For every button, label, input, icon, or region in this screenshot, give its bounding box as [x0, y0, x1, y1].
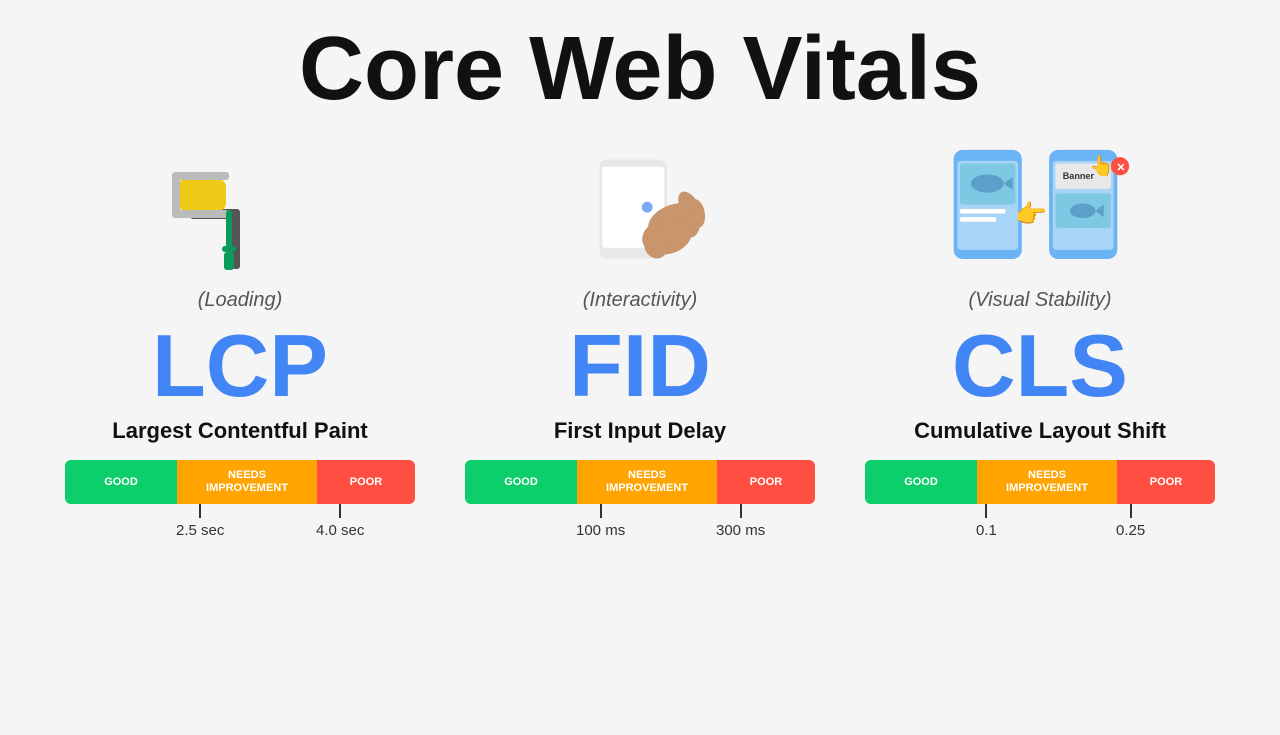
svg-text:👉: 👉 [1015, 200, 1047, 229]
lcp-threshold-2: 4.0 sec [316, 522, 364, 539]
cls-marker-line-2 [1130, 504, 1132, 518]
fid-icon [550, 129, 730, 289]
lcp-threshold-1: 2.5 sec [176, 522, 224, 539]
fid-bar-good: GOOD [465, 460, 577, 504]
metric-cls: Banner ✕ 👉 👆 (Visual Stability) CLS Cumu… [840, 129, 1240, 542]
cls-bar: GOOD NEEDSIMPROVEMENT POOR [865, 460, 1215, 504]
lcp-bar-good: GOOD [65, 460, 177, 504]
cls-bar-poor: POOR [1117, 460, 1215, 504]
lcp-marker-line-2 [339, 504, 341, 518]
metrics-row: (Loading) LCP Largest Contentful Paint G… [0, 129, 1280, 542]
lcp-icon [160, 129, 320, 289]
lcp-markers: 2.5 sec 4.0 sec [65, 504, 415, 542]
fid-marker-1: 100 ms [576, 504, 625, 539]
fid-bar-container: GOOD NEEDSIMPROVEMENT POOR 100 ms 300 ms [465, 460, 815, 542]
lcp-bar-needs: NEEDSIMPROVEMENT [177, 460, 317, 504]
cls-marker-1: 0.1 [976, 504, 997, 539]
lcp-bar-container: GOOD NEEDSIMPROVEMENT POOR 2.5 sec 4.0 s… [65, 460, 415, 542]
fid-bar: GOOD NEEDSIMPROVEMENT POOR [465, 460, 815, 504]
fid-name: First Input Delay [554, 418, 726, 444]
fid-marker-line-1 [600, 504, 602, 518]
lcp-marker-line-1 [199, 504, 201, 518]
fid-acronym: FID [569, 322, 711, 410]
fid-bar-needs: NEEDSIMPROVEMENT [577, 460, 717, 504]
cls-category: (Visual Stability) [968, 289, 1111, 312]
cls-bar-container: GOOD NEEDSIMPROVEMENT POOR 0.1 0.25 [865, 460, 1215, 542]
lcp-marker-1: 2.5 sec [176, 504, 224, 539]
cls-bar-good: GOOD [865, 460, 977, 504]
lcp-name: Largest Contentful Paint [112, 418, 367, 444]
fid-markers: 100 ms 300 ms [465, 504, 815, 542]
lcp-acronym: LCP [152, 322, 328, 410]
cls-threshold-1: 0.1 [976, 522, 997, 539]
fid-marker-2: 300 ms [716, 504, 765, 539]
cls-threshold-2: 0.25 [1116, 522, 1145, 539]
fid-threshold-2: 300 ms [716, 522, 765, 539]
cls-bar-needs: NEEDSIMPROVEMENT [977, 460, 1117, 504]
svg-text:✕: ✕ [1116, 162, 1125, 174]
metric-fid: (Interactivity) FID First Input Delay GO… [440, 129, 840, 542]
fid-bar-poor: POOR [717, 460, 815, 504]
lcp-bar-poor: POOR [317, 460, 415, 504]
fid-threshold-1: 100 ms [576, 522, 625, 539]
lcp-category: (Loading) [198, 289, 283, 312]
lcp-marker-2: 4.0 sec [316, 504, 364, 539]
cls-name: Cumulative Layout Shift [914, 418, 1166, 444]
cls-acronym: CLS [952, 322, 1128, 410]
metric-lcp: (Loading) LCP Largest Contentful Paint G… [40, 129, 440, 542]
cls-icon: Banner ✕ 👉 👆 [940, 129, 1140, 289]
cls-markers: 0.1 0.25 [865, 504, 1215, 542]
page-title: Core Web Vitals [299, 20, 981, 119]
svg-text:👆: 👆 [1089, 154, 1114, 178]
cls-marker-2: 0.25 [1116, 504, 1145, 539]
fid-category: (Interactivity) [583, 289, 697, 312]
lcp-bar: GOOD NEEDSIMPROVEMENT POOR [65, 460, 415, 504]
cls-marker-line-1 [985, 504, 987, 518]
fid-marker-line-2 [740, 504, 742, 518]
